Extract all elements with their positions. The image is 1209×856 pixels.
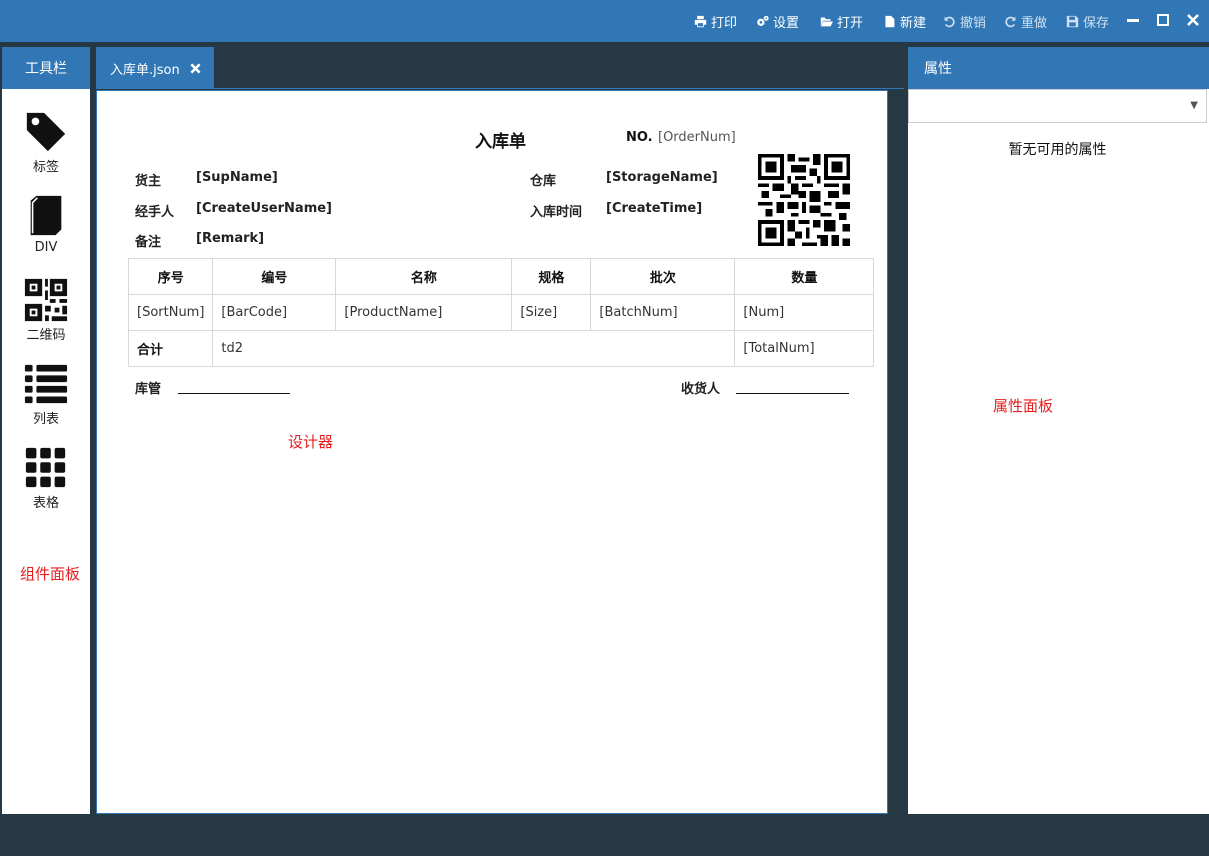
order-no-value[interactable]: [OrderNum] — [658, 130, 736, 145]
print-button[interactable]: 打印 — [694, 12, 737, 31]
qrcode-image[interactable] — [758, 154, 850, 246]
close-icon — [1187, 14, 1199, 26]
table-cell[interactable]: [SortNum] — [127, 294, 214, 331]
component-label[interactable]: 标签 — [2, 109, 90, 175]
tag-icon — [26, 112, 66, 152]
undo-button[interactable]: 撤销 — [943, 12, 986, 31]
table-header[interactable]: 规格 — [511, 258, 592, 295]
component-div[interactable]: DIV — [2, 193, 90, 255]
tab-label: 入库单.json — [110, 62, 180, 78]
total-mid-cell[interactable]: td2 — [212, 330, 736, 367]
total-label-cell[interactable]: 合计 — [127, 330, 214, 367]
handler-label[interactable]: 经手人 — [135, 201, 174, 220]
time-value[interactable]: [CreateTime] — [606, 201, 702, 216]
undo-icon — [944, 16, 955, 27]
designer-note: 设计器 — [288, 433, 334, 451]
minimize-button[interactable] — [1126, 13, 1140, 27]
table-row: [SortNum] [BarCode] [ProductName] [Size]… — [127, 294, 875, 331]
component-panel: 标签 DIV 二维码 列表 表格 组件面板 — [2, 89, 90, 814]
properties-panel-note: 属性面板 — [993, 397, 1054, 415]
component-qrcode[interactable]: 二维码 — [2, 277, 90, 343]
component-panel-note: 组件面板 — [20, 565, 81, 583]
close-window-button[interactable] — [1186, 13, 1200, 27]
doc-title[interactable]: 入库单 — [475, 127, 526, 152]
redo-icon — [1005, 16, 1016, 27]
maximize-icon — [1157, 14, 1169, 26]
table-header[interactable]: 编号 — [212, 258, 337, 295]
remark-value[interactable]: [Remark] — [196, 231, 264, 246]
warehouse-label[interactable]: 仓库 — [530, 170, 556, 189]
properties-panel: ▼ 暂无可用的属性 属性面板 — [908, 89, 1209, 814]
folder-open-icon — [820, 16, 833, 26]
file-icon — [885, 15, 895, 27]
grid-icon — [25, 447, 66, 488]
owner-label[interactable]: 货主 — [135, 170, 161, 189]
minimize-icon — [1127, 19, 1139, 22]
save-icon — [1066, 15, 1079, 27]
table-header[interactable]: 序号 — [127, 258, 214, 295]
table-total-row: 合计 td2 [TotalNum] — [127, 330, 875, 367]
total-value-cell[interactable]: [TotalNum] — [734, 330, 875, 367]
new-button[interactable]: 新建 — [883, 12, 926, 31]
print-icon — [694, 15, 707, 27]
owner-value[interactable]: [SupName] — [196, 170, 278, 185]
gears-icon — [757, 15, 769, 26]
table-header[interactable]: 数量 — [734, 258, 875, 295]
maximize-button[interactable] — [1156, 13, 1170, 27]
close-tab-icon[interactable] — [190, 62, 201, 74]
component-list[interactable]: 列表 — [2, 361, 90, 427]
remark-label[interactable]: 备注 — [135, 231, 161, 250]
dropdown-arrow-icon: ▼ — [1190, 100, 1198, 111]
table-cell[interactable]: [BatchNum] — [590, 294, 736, 331]
top-toolbar: 打印 设置 打开 新建 撤销 重做 保存 — [0, 0, 1209, 42]
table-header-row: 序号 编号 名称 规格 批次 数量 — [127, 258, 875, 295]
tab-file[interactable]: 入库单.json — [96, 47, 214, 89]
detail-table[interactable]: 序号 编号 名称 规格 批次 数量 [SortNum] [BarCode] [P… — [127, 258, 875, 367]
list-icon — [24, 364, 68, 404]
order-no-label[interactable]: NO. — [626, 130, 653, 145]
toolbox-title: 工具栏 — [2, 47, 90, 89]
book-icon — [30, 195, 62, 236]
redo-button[interactable]: 重做 — [1004, 12, 1047, 31]
properties-title: 属性 — [908, 47, 1209, 89]
tab-underline — [96, 88, 904, 89]
receiver-signature-line — [736, 393, 849, 394]
properties-select[interactable]: ▼ — [908, 89, 1207, 123]
no-properties-text: 暂无可用的属性 — [1008, 142, 1107, 158]
table-cell[interactable]: [BarCode] — [212, 294, 337, 331]
open-button[interactable]: 打开 — [820, 12, 863, 31]
table-cell[interactable]: [Num] — [734, 294, 875, 331]
table-cell[interactable]: [Size] — [511, 294, 592, 331]
settings-button[interactable]: 设置 — [756, 12, 799, 31]
keeper-signature-line — [178, 393, 290, 394]
component-table[interactable]: 表格 — [2, 445, 90, 511]
table-header[interactable]: 批次 — [590, 258, 736, 295]
designer-canvas[interactable]: 入库单 NO. [OrderNum] 货主 [SupName] 仓库 [Stor… — [96, 90, 888, 814]
warehouse-value[interactable]: [StorageName] — [606, 170, 718, 185]
time-label[interactable]: 入库时间 — [530, 201, 582, 220]
qrcode-icon — [24, 278, 68, 322]
table-cell[interactable]: [ProductName] — [335, 294, 513, 331]
keeper-label[interactable]: 库管 — [135, 378, 161, 397]
save-button[interactable]: 保存 — [1066, 12, 1109, 31]
receiver-label[interactable]: 收货人 — [681, 378, 720, 397]
handler-value[interactable]: [CreateUserName] — [196, 201, 332, 216]
table-header[interactable]: 名称 — [335, 258, 513, 295]
